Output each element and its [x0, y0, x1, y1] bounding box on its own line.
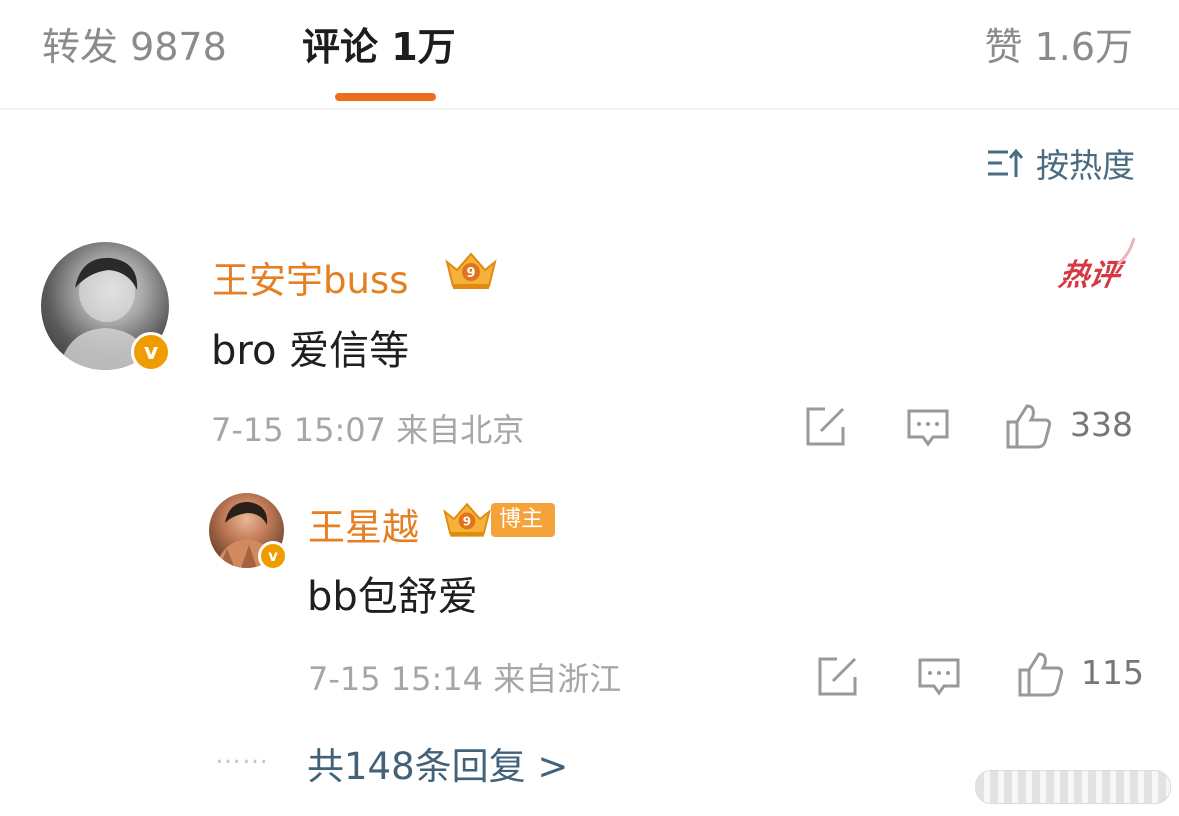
- comment-meta: 7-15 15:07 来自北京: [211, 411, 525, 449]
- like-count: 338: [1070, 405, 1133, 444]
- hot-swoosh-icon: [1117, 237, 1136, 266]
- like-icon[interactable]: [1005, 402, 1053, 450]
- active-tab-indicator: [335, 93, 436, 101]
- reply-text: bb包舒爱: [307, 574, 478, 620]
- reply-crown-badge-icon: 9: [443, 502, 491, 537]
- comment-icon[interactable]: [906, 408, 950, 448]
- tab-like[interactable]: 赞 1.6万: [984, 20, 1133, 74]
- sort-label: 按热度: [1036, 146, 1135, 185]
- tab-repost[interactable]: 转发 9878: [42, 20, 227, 74]
- comment-text: bro 爱信等: [211, 328, 410, 374]
- reply-like-icon[interactable]: [1017, 650, 1065, 698]
- reply-share-icon[interactable]: [815, 655, 859, 699]
- reply-like-count: 115: [1081, 653, 1144, 692]
- header-divider: [0, 108, 1179, 110]
- share-icon[interactable]: [803, 405, 847, 449]
- tab-comment[interactable]: 评论 1万: [302, 20, 456, 74]
- reply-meta: 7-15 15:14 来自浙江: [308, 660, 622, 698]
- blogger-tag: 博主: [491, 503, 556, 537]
- sort-icon: [988, 148, 1024, 177]
- hot-comment-badge: 热评: [1056, 258, 1123, 293]
- verified-badge-icon: v: [131, 332, 171, 372]
- sort-by-hot-button[interactable]: 按热度: [986, 140, 1135, 186]
- view-all-replies-link[interactable]: 共148条回复 >: [307, 736, 568, 790]
- crown-badge-icon: 9: [445, 252, 497, 289]
- commenter-name[interactable]: 王安宇buss: [212, 250, 409, 304]
- reply-author-name[interactable]: 王星越: [308, 497, 419, 551]
- reply-comment-icon[interactable]: [917, 657, 961, 697]
- svg-text:9: 9: [466, 266, 475, 281]
- svg-text:9: 9: [463, 515, 471, 529]
- thread-dots: ……: [215, 740, 269, 770]
- reply-verified-badge-icon: v: [258, 541, 288, 571]
- watermark-logo: [975, 770, 1171, 804]
